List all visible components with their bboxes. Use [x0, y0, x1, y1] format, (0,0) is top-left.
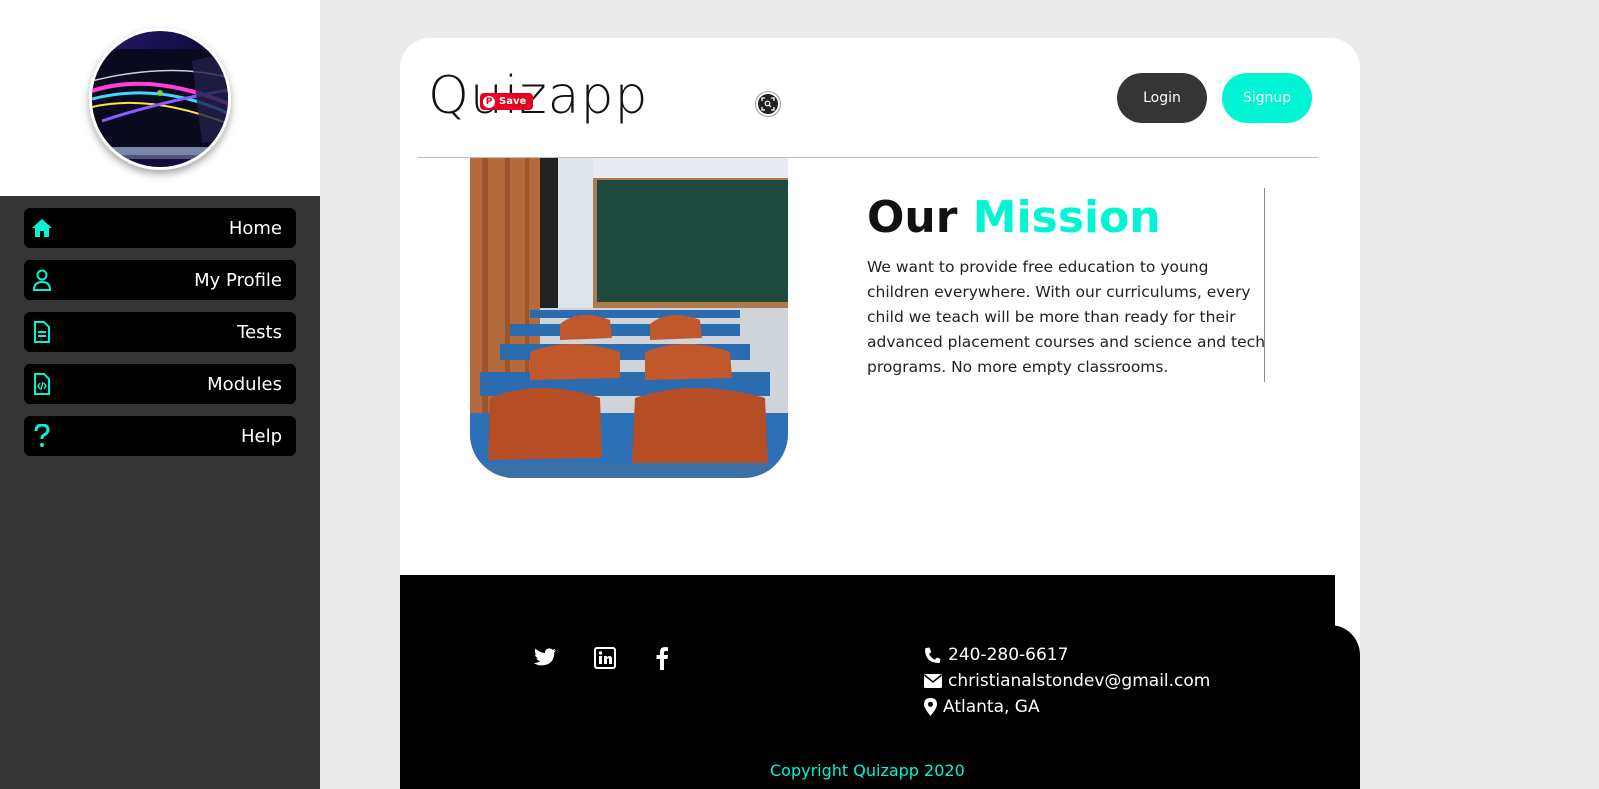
sidebar-item-label: My Profile: [194, 269, 282, 291]
map-marker-icon: [924, 698, 937, 716]
question-icon: [30, 424, 54, 448]
sidebar-item-label: Modules: [207, 373, 282, 395]
classroom-image: [470, 158, 788, 478]
sidebar-item-tests[interactable]: Tests: [24, 312, 296, 352]
envelope-icon: [924, 674, 942, 688]
phone-number: 240-280-6617: [948, 645, 1069, 665]
home-icon: [30, 216, 54, 240]
linkedin-icon: [594, 647, 616, 669]
sidebar-item-help[interactable]: Help: [24, 416, 296, 456]
twitter-link[interactable]: [532, 645, 558, 671]
twitter-icon: [533, 648, 556, 666]
contact-email[interactable]: christianalstondev@gmail.com: [924, 671, 1210, 691]
brand-logo[interactable]: Quizapp: [428, 66, 649, 126]
mission-text: We want to provide free education to you…: [867, 258, 1266, 376]
mission-heading-word1: Our: [867, 192, 958, 243]
sidebar-item-label: Home: [228, 217, 282, 239]
pinterest-save-button[interactable]: P Save: [480, 93, 534, 110]
mission-divider: [1264, 188, 1265, 382]
copyright-text: Copyright Quizapp 2020: [770, 761, 965, 780]
mission-heading-word2: Mission: [972, 192, 1161, 243]
facebook-icon: [656, 647, 668, 670]
sidebar-item-home[interactable]: Home: [24, 208, 296, 248]
avatar: [89, 28, 231, 170]
facebook-link[interactable]: [649, 645, 675, 671]
email-address: christianalstondev@gmail.com: [948, 671, 1211, 691]
contact-phone[interactable]: 240-280-6617: [924, 645, 1068, 665]
code-file-icon: [30, 372, 54, 396]
sidebar-item-modules[interactable]: Modules: [24, 364, 296, 404]
signup-button[interactable]: Signup: [1222, 73, 1312, 123]
linkedin-link[interactable]: [592, 645, 618, 671]
mission-heading: Our Mission: [867, 192, 1161, 243]
pinterest-icon: P: [483, 95, 495, 108]
pinterest-save-label: Save: [499, 96, 527, 107]
sidebar-header: [0, 0, 320, 196]
login-button[interactable]: Login: [1117, 73, 1207, 123]
sidebar-item-label: Tests: [237, 321, 282, 343]
visual-search-button[interactable]: [756, 92, 780, 116]
location-text: Atlanta, GA: [943, 697, 1040, 717]
visual-search-icon: [761, 97, 775, 111]
contact-location: Atlanta, GA: [924, 697, 1040, 717]
user-icon: [30, 268, 54, 292]
sidebar-item-my-profile[interactable]: My Profile: [24, 260, 296, 300]
document-icon: [30, 320, 54, 344]
sidebar-nav: Home My Profile Tests Modules Help: [0, 196, 320, 789]
sidebar-item-label: Help: [240, 425, 282, 447]
footer-corner: [1300, 625, 1360, 789]
phone-icon: [925, 647, 941, 663]
